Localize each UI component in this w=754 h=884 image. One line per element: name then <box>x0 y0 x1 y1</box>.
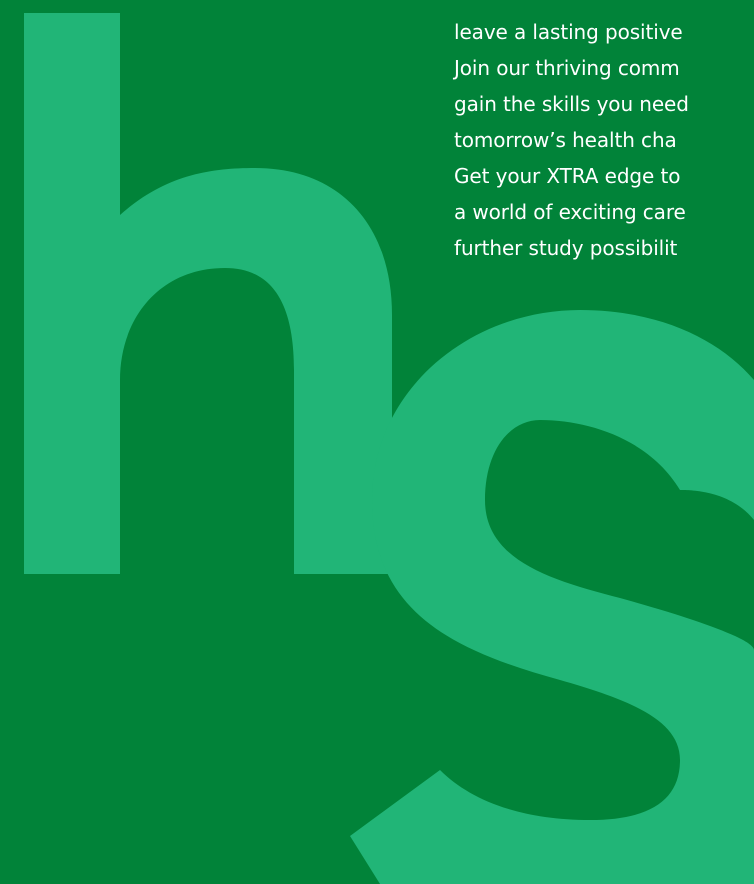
body-line-2: Join our thriving comm <box>454 56 680 80</box>
decorative-letter-h <box>24 13 392 574</box>
body-line-7: further study possibilit <box>454 236 678 260</box>
body-paragraph: leave a lasting positive Join our thrivi… <box>454 14 754 266</box>
body-line-5: Get your XTRA edge to <box>454 164 681 188</box>
decorative-letter-s <box>350 310 754 884</box>
body-line-3: gain the skills you need <box>454 92 689 116</box>
body-line-1: leave a lasting positive <box>454 20 683 44</box>
body-line-6: a world of exciting care <box>454 200 686 224</box>
body-line-4: tomorrow’s health cha <box>454 128 677 152</box>
